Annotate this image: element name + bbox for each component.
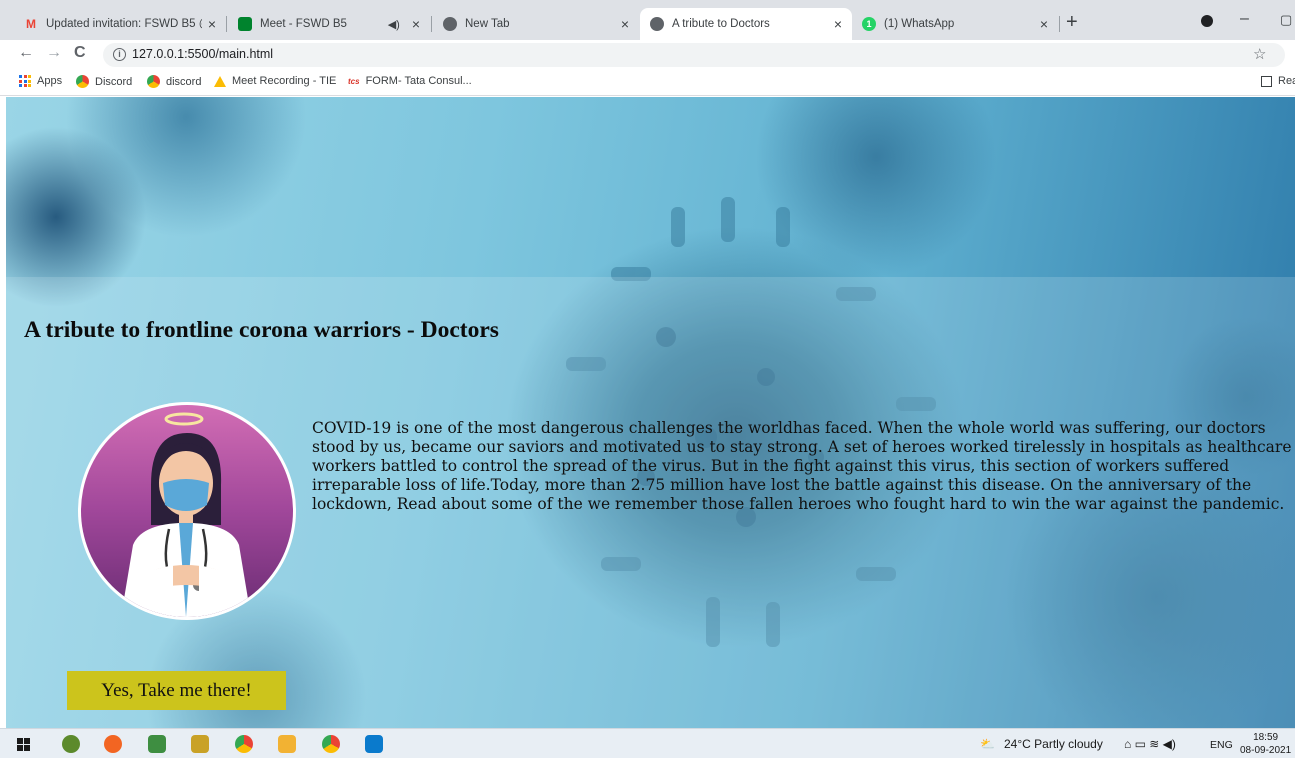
- new-tab-button[interactable]: +: [1066, 12, 1078, 32]
- tab-title: New Tab: [465, 18, 510, 30]
- clock-time: 18:59: [1253, 732, 1279, 743]
- doctor-illustration-icon: [121, 412, 251, 617]
- tab-meet[interactable]: Meet - FSWD B5 ◀) ×: [228, 8, 430, 40]
- file-explorer-icon[interactable]: [278, 735, 296, 753]
- tcs-logo-icon: tcs: [348, 76, 360, 86]
- close-tab-icon[interactable]: ×: [1040, 16, 1048, 32]
- bookmark-label: discord: [166, 75, 202, 88]
- gmail-icon: M: [26, 17, 36, 31]
- reload-icon[interactable]: C: [74, 44, 86, 62]
- tab-separator: [1059, 16, 1060, 32]
- chrome-icon[interactable]: [235, 735, 253, 753]
- bookmark-label: Meet Recording - TIE: [232, 75, 337, 87]
- chrome-profile-icon: [76, 75, 89, 88]
- tribute-paragraph: COVID-19 is one of the most dangerous ch…: [312, 419, 1292, 513]
- bookmark-label: FORM- Tata Consul...: [365, 75, 472, 87]
- doctor-avatar: [78, 402, 296, 620]
- language-indicator[interactable]: ENG: [1210, 739, 1233, 751]
- notes-icon[interactable]: [191, 735, 209, 753]
- forward-icon[interactable]: →: [46, 44, 62, 62]
- address-bar[interactable]: i 127.0.0.1:5500/main.html ☆: [103, 43, 1285, 67]
- url-text[interactable]: 127.0.0.1:5500/main.html: [132, 47, 273, 61]
- tab-separator: [226, 16, 227, 32]
- audio-icon[interactable]: ◀): [388, 18, 400, 31]
- bookmark-label: Discord: [95, 75, 133, 88]
- clock-date: 08-09-2021: [1240, 745, 1292, 756]
- windows-taskbar: ⛅ 24°C Partly cloudy ⌂ ▭ ≋ ◀) ENG 18:59 …: [0, 728, 1295, 758]
- tab-tribute-active[interactable]: A tribute to Doctors ×: [640, 8, 852, 40]
- bookmark-tcs-form[interactable]: tcs FORM- Tata Consul...: [348, 75, 472, 87]
- bookmark-discord-2[interactable]: discord: [147, 75, 201, 88]
- maximize-icon[interactable]: ▢: [1280, 12, 1292, 28]
- whatsapp-icon: 1: [862, 17, 876, 31]
- bookmark-apps[interactable]: Apps: [19, 75, 62, 87]
- close-tab-icon[interactable]: ×: [621, 16, 629, 32]
- google-drive-icon: [214, 75, 226, 87]
- bookmark-label: Apps: [37, 75, 63, 87]
- tab-whatsapp[interactable]: 1 (1) WhatsApp ×: [852, 8, 1058, 40]
- chrome-profile-icon: [147, 75, 160, 88]
- close-tab-icon[interactable]: ×: [208, 16, 216, 32]
- chrome-profile-icon[interactable]: [322, 735, 340, 753]
- tray-icons[interactable]: ⌂ ▭ ≋ ◀): [1124, 737, 1176, 751]
- browser-toolbar: ← → C i 127.0.0.1:5500/main.html ☆: [0, 40, 1295, 70]
- bookmark-meet-recording[interactable]: Meet Recording - TIE: [214, 75, 336, 87]
- globe-icon: [650, 17, 664, 31]
- profile-icon[interactable]: [1201, 15, 1213, 27]
- app-icon[interactable]: [62, 735, 80, 753]
- take-me-there-button[interactable]: Yes, Take me there!: [67, 671, 286, 710]
- tab-title: A tribute to Doctors: [672, 18, 770, 30]
- close-tab-icon[interactable]: ×: [834, 16, 842, 32]
- meet-icon: [238, 17, 252, 31]
- tab-title: Meet - FSWD B5: [260, 18, 347, 30]
- tab-title: (1) WhatsApp: [884, 18, 955, 30]
- brave-icon[interactable]: [104, 735, 122, 753]
- page-title: A tribute to frontline corona warriors -…: [24, 317, 499, 343]
- sheets-icon[interactable]: [148, 735, 166, 753]
- reading-list-label: Rea: [1278, 75, 1295, 87]
- apps-grid-icon: [19, 75, 31, 87]
- windows-start-icon[interactable]: [17, 738, 30, 751]
- tab-title: Updated invitation: FSWD B5 @: [46, 18, 202, 30]
- tab-strip: M Updated invitation: FSWD B5 @ × Meet -…: [0, 0, 1295, 40]
- vscode-icon[interactable]: [365, 735, 383, 753]
- close-tab-icon[interactable]: ×: [412, 16, 420, 32]
- tab-new-tab[interactable]: New Tab ×: [433, 8, 639, 40]
- chrome-icon: [443, 17, 457, 31]
- bookmark-discord[interactable]: Discord: [76, 75, 132, 88]
- system-clock[interactable]: 18:59 08-09-2021: [1240, 731, 1291, 757]
- back-icon[interactable]: ←: [18, 44, 34, 62]
- info-icon[interactable]: i: [113, 48, 126, 61]
- minimize-icon[interactable]: –: [1240, 10, 1249, 28]
- weather-icon[interactable]: ⛅: [980, 737, 995, 751]
- bookmark-star-icon[interactable]: ☆: [1253, 45, 1266, 63]
- tab-gmail[interactable]: M Updated invitation: FSWD B5 @ ×: [14, 8, 226, 40]
- page-viewport: A tribute to frontline corona warriors -…: [6, 97, 1295, 728]
- weather-text[interactable]: 24°C Partly cloudy: [1004, 737, 1103, 751]
- reading-list[interactable]: Rea: [1261, 75, 1295, 87]
- bookmarks-bar: Apps Discord discord Meet Recording - TI…: [0, 70, 1295, 96]
- reading-list-icon: [1261, 75, 1272, 87]
- tab-separator: [431, 16, 432, 32]
